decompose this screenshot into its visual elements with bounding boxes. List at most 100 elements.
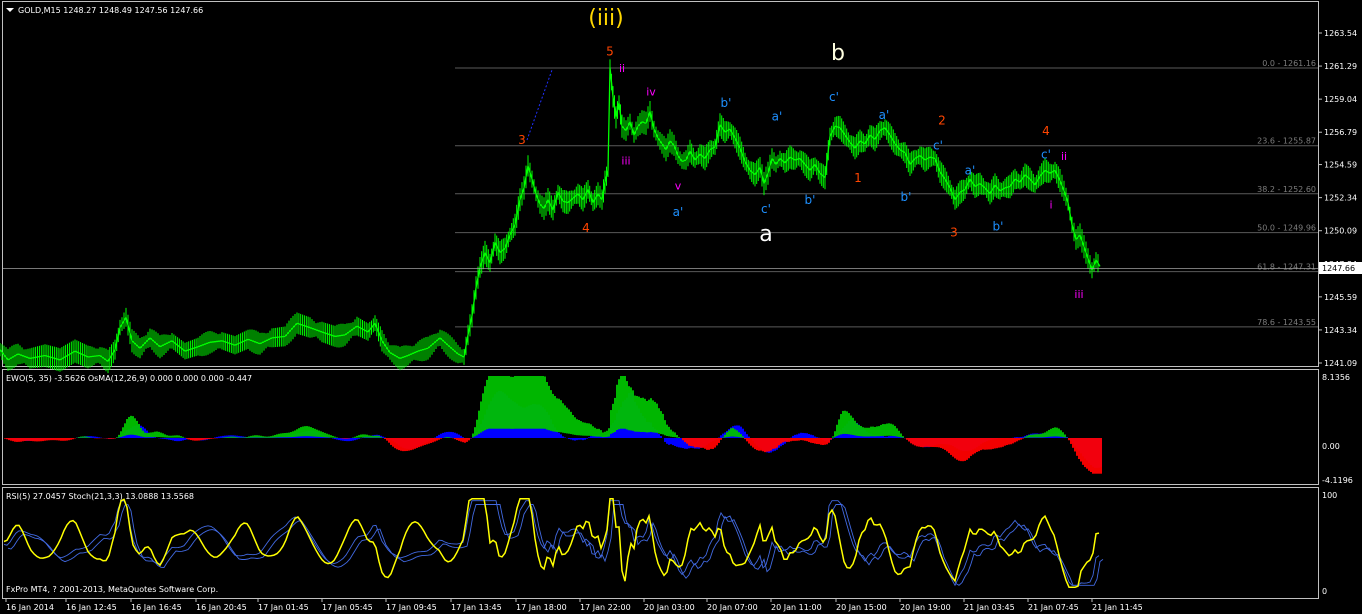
- ewo-bar: [188, 438, 190, 440]
- ewo-bar: [10, 438, 12, 441]
- ewo-bar: [590, 424, 592, 436]
- ewo-bar: [990, 438, 992, 450]
- ewo-bar: [612, 403, 614, 433]
- ewo-bar: [388, 438, 390, 443]
- ewo-bar: [728, 430, 730, 437]
- osma-bar: [680, 438, 682, 448]
- ewo-bar: [110, 438, 112, 439]
- ewo-bar: [844, 410, 846, 434]
- ewo-bar: [1010, 438, 1012, 445]
- osma-bar: [560, 434, 562, 438]
- triangle-down-icon[interactable]: [6, 8, 14, 12]
- osma-bar: [588, 437, 590, 438]
- ewo-bar: [154, 431, 156, 438]
- ewo-bar: [1064, 434, 1066, 438]
- ewo-bar: [816, 438, 818, 445]
- ewo-bar: [576, 419, 578, 436]
- ewo-bar: [616, 384, 618, 431]
- ewo-bar: [628, 386, 630, 431]
- ewo-bar: [944, 438, 946, 450]
- ewo-bar: [928, 438, 930, 447]
- ewo-bar: [938, 438, 940, 448]
- ewo-bar: [294, 430, 296, 437]
- ewo-bar: [636, 395, 638, 432]
- chart-canvas[interactable]: 0.0 - 1261.16 23.6 - 1255.87 38.2 - 1252.6…: [0, 0, 1362, 614]
- osma-bar: [174, 438, 176, 442]
- time-tick-label: 17 Jan 01:45: [258, 603, 309, 612]
- ewo-bar: [608, 428, 610, 437]
- ewo-bar: [666, 424, 668, 436]
- ewo-bar: [892, 424, 894, 436]
- ewo-bar: [754, 438, 756, 450]
- ewo-bar: [678, 437, 680, 438]
- ewo-bar: [330, 435, 332, 438]
- osma-bar: [720, 435, 722, 438]
- ewo-bar: [478, 410, 480, 434]
- ewo-bar: [760, 438, 762, 451]
- rsi-tick-top: 100: [1322, 491, 1337, 500]
- ewo-bar: [620, 376, 622, 429]
- ewo-bar: [986, 438, 988, 450]
- ewo-bar: [1046, 431, 1048, 437]
- price-axis-tick: 1261.29: [1324, 62, 1357, 71]
- ewo-bar: [746, 438, 748, 442]
- wave-label: iii: [1074, 288, 1083, 301]
- ewo-bar: [250, 435, 252, 438]
- ewo-bar: [714, 438, 716, 448]
- ewo-bar: [136, 420, 138, 436]
- time-tick-label: 17 Jan 18:00: [516, 603, 567, 612]
- ewo-bar: [732, 427, 734, 437]
- wave-label: c': [933, 139, 943, 153]
- ewo-bar: [936, 438, 938, 448]
- ewo-bar: [512, 376, 514, 429]
- ewo-bar: [698, 438, 700, 448]
- ewo-bar: [88, 437, 90, 438]
- ewo-bar: [604, 431, 606, 438]
- ewo-bar: [638, 396, 640, 432]
- ewo-bar: [872, 426, 874, 437]
- ewo-bar: [646, 400, 648, 433]
- ewo-bar: [1028, 434, 1030, 438]
- ewo-bar: [84, 436, 86, 438]
- ewo-bar: [170, 435, 172, 438]
- ewo-bar: [832, 436, 834, 438]
- time-tick-label: 17 Jan 05:45: [322, 603, 373, 612]
- ewo-bar: [914, 438, 916, 446]
- osma-bar: [678, 438, 680, 448]
- time-tick-label: 21 Jan 11:45: [1092, 603, 1143, 612]
- ewo-bar: [368, 435, 370, 438]
- osma-bar: [168, 438, 170, 440]
- ewo-bar: [182, 436, 184, 438]
- ewo-bar: [840, 414, 842, 435]
- price-axis-tick: 1259.04: [1324, 95, 1357, 104]
- ewo-bar: [778, 438, 780, 446]
- ewo-bar: [694, 438, 696, 448]
- chart-header: GOLD,M15 1248.27 1248.49 1247.56 1247.66: [6, 6, 203, 15]
- ewo-bar: [580, 421, 582, 436]
- time-tick-label: 20 Jan 19:00: [900, 603, 951, 612]
- ewo-bar: [602, 432, 604, 438]
- ewo-bar: [256, 435, 258, 438]
- ewo-bar: [682, 438, 684, 441]
- ewo-bar: [296, 429, 298, 437]
- ewo-bar: [314, 428, 316, 437]
- ewo-bar: [134, 418, 136, 436]
- ewo-bar: [772, 438, 774, 449]
- osma-bar: [348, 438, 350, 442]
- ewo-bar: [912, 438, 914, 445]
- ewo-bar: [598, 428, 600, 437]
- ewo-bar: [198, 438, 200, 441]
- osma-bar: [562, 436, 564, 438]
- ewo-bar: [674, 432, 676, 438]
- ewo-bar: [32, 438, 34, 442]
- ewo-bar: [358, 435, 360, 438]
- wave-label: (iii): [588, 6, 624, 31]
- ewo-bar: [306, 426, 308, 437]
- time-tick-label: 21 Jan 03:45: [964, 603, 1015, 612]
- ewo-bar: [930, 438, 932, 447]
- ewo-bar: [920, 438, 922, 448]
- ewo-bar: [498, 376, 500, 429]
- ewo-bar: [122, 427, 124, 437]
- price-axis-tick: 1256.79: [1324, 128, 1357, 137]
- ewo-bar: [536, 376, 538, 429]
